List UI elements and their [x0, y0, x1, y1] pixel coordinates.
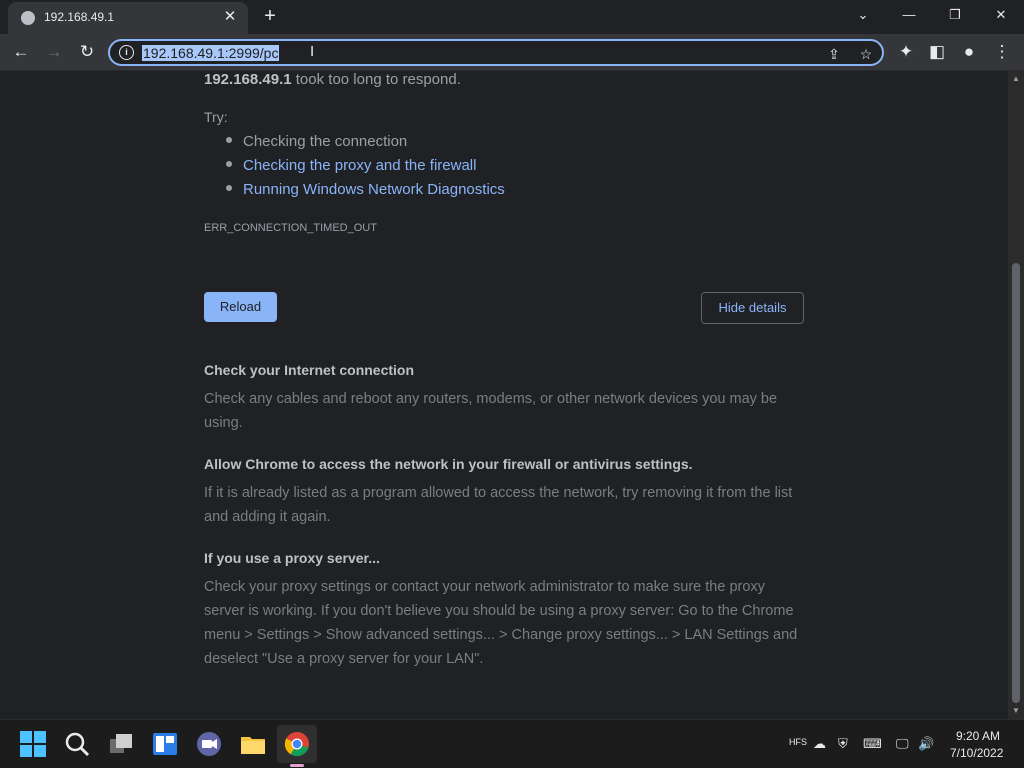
detail-body: If it is already listed as a program all… [204, 485, 793, 525]
share-icon[interactable]: ⇪ [824, 44, 844, 64]
back-button[interactable]: ← [8, 39, 34, 65]
hfs-tray-icon[interactable]: HFS [789, 737, 807, 747]
search-icon[interactable] [64, 731, 90, 757]
file-explorer-icon[interactable] [240, 731, 266, 757]
reload-button[interactable]: Reload [204, 292, 277, 322]
extensions-icon[interactable]: ✦ [893, 39, 919, 65]
widgets-icon[interactable] [152, 731, 178, 757]
minimize-button[interactable]: — [886, 0, 932, 30]
url-text[interactable]: 192.168.49.1:2999/pc [142, 45, 280, 61]
try-label: Try: [204, 109, 228, 125]
bullet-icon [226, 185, 232, 192]
browser-toolbar: ← → ↻ i 192.168.49.1:2999/pc I ⇪ ☆ ✦ ◧ ●… [0, 34, 1024, 71]
detail-heading: If you use a proxy server... [204, 550, 380, 566]
new-tab-button[interactable]: + [258, 4, 282, 28]
suggestion-item: Checking the connection [226, 133, 407, 150]
windows-start-icon[interactable] [20, 731, 46, 757]
keyboard-icon[interactable]: ⌨ [863, 736, 882, 752]
globe-icon [21, 11, 35, 25]
scroll-up-icon[interactable]: ▲ [1012, 75, 1020, 83]
detail-body: Check your proxy settings or contact you… [204, 579, 798, 667]
volume-icon[interactable]: 🔊 [918, 736, 934, 752]
task-view-icon[interactable] [108, 731, 134, 757]
bullet-icon [226, 161, 232, 168]
error-host: 192.168.49.1 [204, 71, 292, 88]
bookmark-star-icon[interactable]: ☆ [856, 44, 876, 64]
teams-chat-icon[interactable] [196, 731, 222, 757]
detail-heading: Allow Chrome to access the network in yo… [204, 456, 693, 472]
page-scrollbar[interactable]: ▲ ▼ [1008, 71, 1024, 719]
network-icon[interactable]: 🖵 [896, 736, 909, 752]
error-code: ERR_CONNECTION_TIMED_OUT [204, 222, 377, 234]
detail-body: Check any cables and reboot any routers,… [204, 391, 778, 431]
windows-taskbar: HFS ☁ ⛨ ⌨ 🖵 🔊 9:20 AM 7/10/2022 [0, 719, 1024, 768]
error-message: 192.168.49.1 took too long to respond. [204, 71, 461, 88]
hide-details-button[interactable]: Hide details [701, 292, 804, 324]
scroll-thumb[interactable] [1012, 263, 1020, 703]
site-info-icon[interactable]: i [119, 45, 134, 60]
close-window-button[interactable]: ✕ [978, 0, 1024, 30]
clock-time[interactable]: 9:20 AM [956, 729, 1000, 743]
scroll-down-icon[interactable]: ▼ [1012, 707, 1020, 715]
text-cursor-icon: I [310, 43, 315, 60]
profile-icon[interactable]: ● [956, 39, 982, 65]
bullet-icon [226, 137, 232, 144]
address-bar[interactable]: i 192.168.49.1:2999/pc I ⇪ ☆ [108, 39, 884, 66]
clock-date[interactable]: 7/10/2022 [950, 746, 1003, 760]
tab-close-icon[interactable]: ✕ [220, 7, 240, 27]
chrome-icon[interactable] [284, 731, 310, 757]
restore-button[interactable]: ❐ [932, 0, 978, 30]
reload-icon-button[interactable]: ↻ [74, 39, 100, 65]
active-indicator [290, 764, 304, 767]
detail-heading: Check your Internet connection [204, 362, 415, 378]
chrome-menu-icon[interactable]: ⋮ [989, 39, 1015, 65]
title-bar: 192.168.49.1 ✕ + ⌄ — ❐ ✕ [0, 0, 1024, 34]
suggestion-link-proxy[interactable]: Checking the proxy and the firewall [226, 157, 476, 174]
browser-tab[interactable]: 192.168.49.1 ✕ [8, 2, 248, 34]
page-content: 192.168.49.1 took too long to respond. T… [0, 71, 1008, 719]
tab-search-chevron-icon[interactable]: ⌄ [840, 0, 886, 30]
tab-title: 192.168.49.1 [44, 10, 115, 24]
error-text: took too long to respond. [291, 71, 461, 88]
onedrive-icon[interactable]: ☁ [813, 736, 826, 752]
suggestion-link-diagnostics[interactable]: Running Windows Network Diagnostics [226, 181, 505, 198]
security-icon[interactable]: ⛨ [838, 736, 848, 752]
side-panel-icon[interactable]: ◧ [924, 39, 950, 65]
forward-button[interactable]: → [41, 39, 67, 65]
